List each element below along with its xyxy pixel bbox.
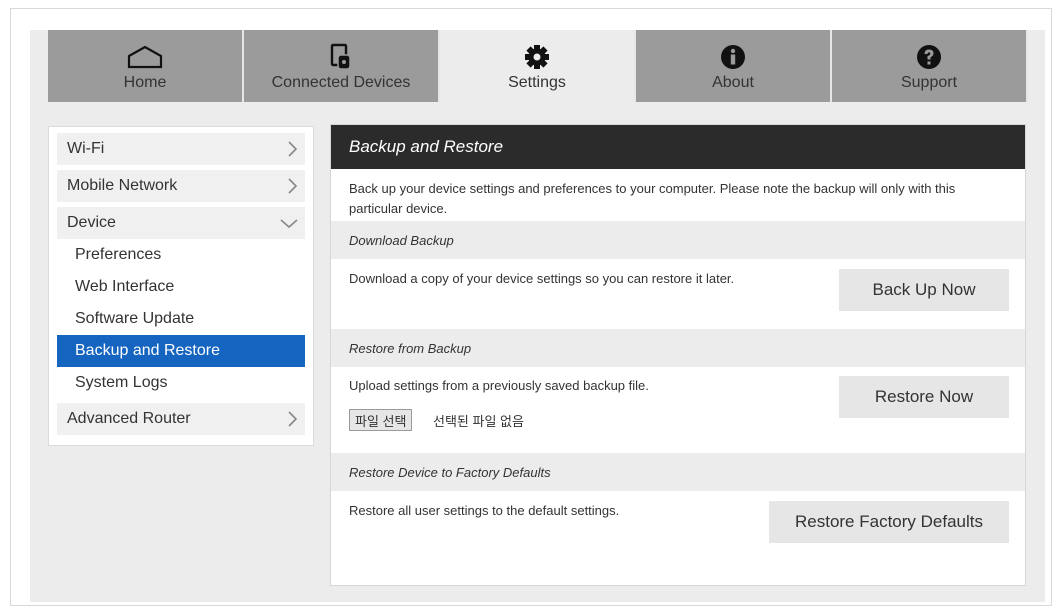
connected-devices-icon: [330, 43, 351, 70]
tab-label: Connected Devices: [271, 74, 411, 91]
sidebar-item-wifi[interactable]: Wi-Fi: [57, 133, 305, 165]
restore-from-backup-text: Upload settings from a previously saved …: [349, 378, 649, 393]
info-icon: [721, 45, 745, 69]
chevron-right-icon: [288, 141, 298, 157]
gear-icon: [525, 45, 549, 69]
tab-about[interactable]: About: [636, 30, 832, 102]
sidebar-item-advanced-router[interactable]: Advanced Router: [57, 403, 305, 435]
back-up-now-button[interactable]: Back Up Now: [839, 269, 1009, 311]
chevron-down-icon: [280, 219, 298, 229]
router-admin-app: Home Connected Devices Settings About Su…: [30, 30, 1045, 602]
sidebar-item-system-logs[interactable]: System Logs: [57, 367, 305, 399]
sidebar-item-web-interface[interactable]: Web Interface: [57, 271, 305, 303]
restore-now-button[interactable]: Restore Now: [839, 376, 1009, 418]
download-backup-section: Download a copy of your device settings …: [331, 259, 1025, 329]
tab-home[interactable]: Home: [30, 30, 244, 102]
tab-connected-devices[interactable]: Connected Devices: [244, 30, 440, 102]
restore-from-backup-heading: Restore from Backup: [331, 329, 1025, 367]
sidebar-item-label: Advanced Router: [67, 410, 191, 427]
home-icon: [127, 45, 163, 69]
choose-file-button[interactable]: 파일 선택: [349, 409, 413, 431]
download-backup-heading: Download Backup: [331, 221, 1025, 259]
backup-restore-panel: Backup and Restore Back up your device s…: [330, 124, 1026, 586]
sidebar-item-label: Mobile Network: [67, 177, 178, 194]
sidebar-item-label: Wi-Fi: [67, 140, 105, 157]
panel-title: Backup and Restore: [331, 125, 1025, 169]
tab-label: Settings: [508, 74, 566, 91]
sidebar-item-device[interactable]: Device: [57, 207, 305, 239]
sidebar-item-label: Device: [67, 214, 116, 231]
question-icon: [917, 45, 941, 69]
factory-defaults-heading: Restore Device to Factory Defaults: [331, 453, 1025, 491]
download-backup-text: Download a copy of your device settings …: [349, 271, 735, 286]
tab-strip-filler: [1030, 30, 1045, 102]
sidebar-item-mobile-network[interactable]: Mobile Network: [57, 170, 305, 202]
file-status-text: 선택된 파일 없음: [433, 414, 524, 429]
tab-label: Home: [123, 74, 167, 91]
chevron-right-icon: [288, 178, 298, 194]
sidebar-item-preferences[interactable]: Preferences: [57, 239, 305, 271]
tab-settings[interactable]: Settings: [440, 30, 636, 102]
factory-defaults-text: Restore all user settings to the default…: [349, 503, 620, 518]
device-submenu: Preferences Web Interface Software Updat…: [57, 239, 305, 399]
chevron-right-icon: [288, 411, 298, 427]
top-nav-tabs: Home Connected Devices Settings About Su…: [30, 30, 1030, 102]
sidebar-item-software-update[interactable]: Software Update: [57, 303, 305, 335]
panel-description: Back up your device settings and prefere…: [349, 181, 956, 216]
factory-defaults-section: Restore all user settings to the default…: [331, 491, 1025, 561]
tab-label: About: [712, 74, 754, 91]
tab-support[interactable]: Support: [832, 30, 1028, 102]
sidebar-item-backup-and-restore[interactable]: Backup and Restore: [57, 335, 305, 367]
tab-label: Support: [900, 74, 958, 91]
settings-sidebar: Wi-Fi Mobile Network Device Preferences …: [48, 126, 314, 446]
restore-factory-defaults-button[interactable]: Restore Factory Defaults: [769, 501, 1009, 543]
restore-from-backup-section: Upload settings from a previously saved …: [331, 367, 1025, 453]
